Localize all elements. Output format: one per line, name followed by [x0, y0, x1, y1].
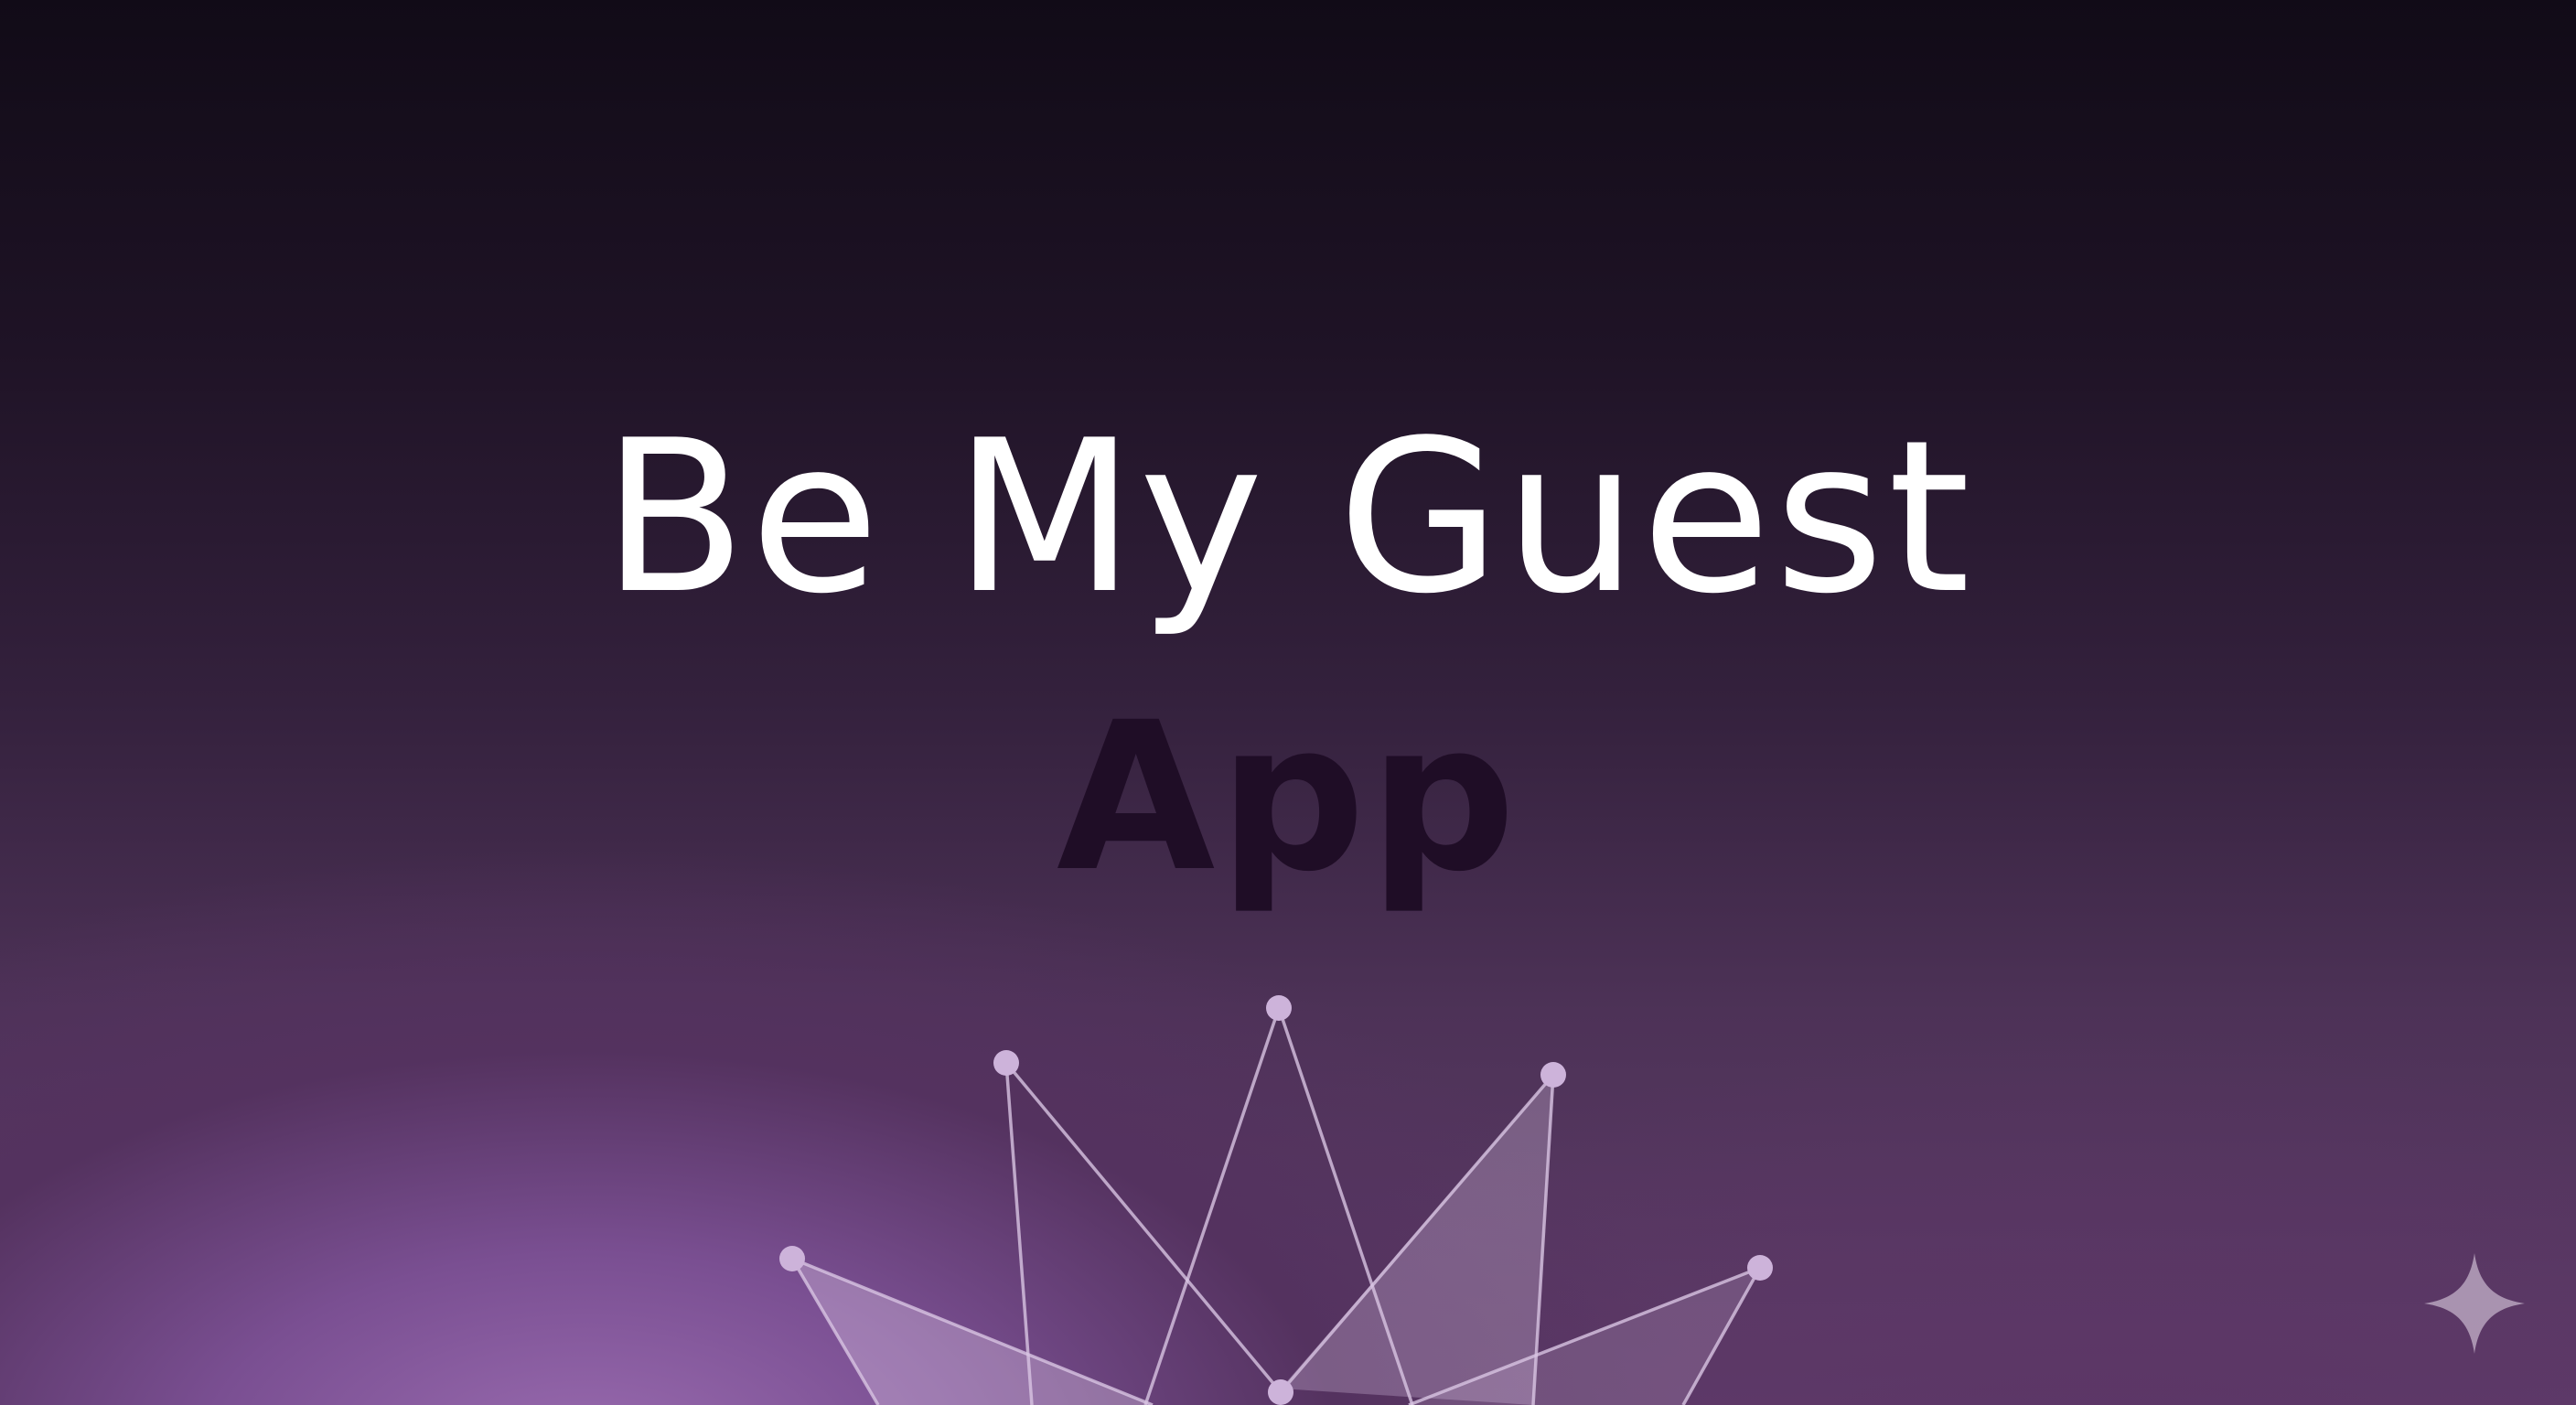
- crown-node-right: [1540, 1062, 1566, 1088]
- crown-node-center-top: [1266, 995, 1292, 1021]
- crown-node-base: [1268, 1379, 1293, 1405]
- crown-node-far-right: [1747, 1255, 1773, 1281]
- crown-node-left: [993, 1050, 1019, 1076]
- sparkle-icon: [2424, 1253, 2525, 1354]
- crown-network-icon: [779, 995, 1773, 1405]
- splash-screen: Be My Guest App: [0, 0, 2576, 1405]
- crown-node-far-left: [779, 1246, 805, 1271]
